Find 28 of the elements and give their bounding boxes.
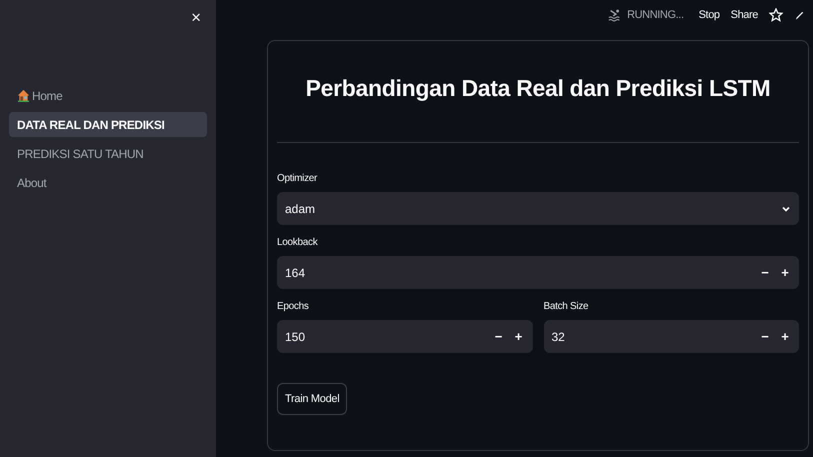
nav-link[interactable]: About bbox=[9, 170, 207, 195]
swimmer-icon bbox=[608, 8, 622, 22]
toolbar-button[interactable]: Stop bbox=[698, 9, 720, 21]
house-icon bbox=[17, 89, 30, 102]
nav-link[interactable]: PREDIKSI SATU TAHUN bbox=[9, 141, 207, 166]
increment-button[interactable]: + bbox=[508, 329, 528, 344]
select-field[interactable]: adam bbox=[277, 192, 799, 225]
field-label: Batch Size bbox=[544, 301, 588, 312]
nav-link[interactable]: DATA REAL DAN PREDIKSI bbox=[9, 112, 207, 137]
running-status: RUNNING... bbox=[627, 9, 684, 21]
field-label: Optimizer bbox=[277, 173, 318, 184]
toolbar-button[interactable]: Share bbox=[730, 9, 758, 21]
number-field[interactable]: 164 − + bbox=[277, 256, 799, 289]
nav-link[interactable]: Home bbox=[9, 83, 207, 108]
decrement-button[interactable]: − bbox=[755, 329, 775, 344]
increment-button[interactable]: + bbox=[775, 265, 795, 280]
increment-button[interactable]: + bbox=[775, 329, 795, 344]
page-title: Perbandingan Data Real dan Prediksi LSTM bbox=[304, 75, 772, 102]
edit-icon[interactable] bbox=[794, 10, 805, 20]
number-field[interactable]: 150 − + bbox=[277, 320, 532, 353]
decrement-button[interactable]: − bbox=[755, 265, 775, 280]
field-label: Lookback bbox=[277, 237, 318, 248]
star-icon[interactable] bbox=[769, 8, 783, 22]
train-model-button[interactable]: Train Model bbox=[277, 383, 348, 415]
field-label: Epochs bbox=[277, 301, 309, 312]
decrement-button[interactable]: − bbox=[488, 329, 508, 344]
number-field[interactable]: 32 − + bbox=[544, 320, 799, 353]
close-button[interactable]: × bbox=[187, 6, 205, 30]
